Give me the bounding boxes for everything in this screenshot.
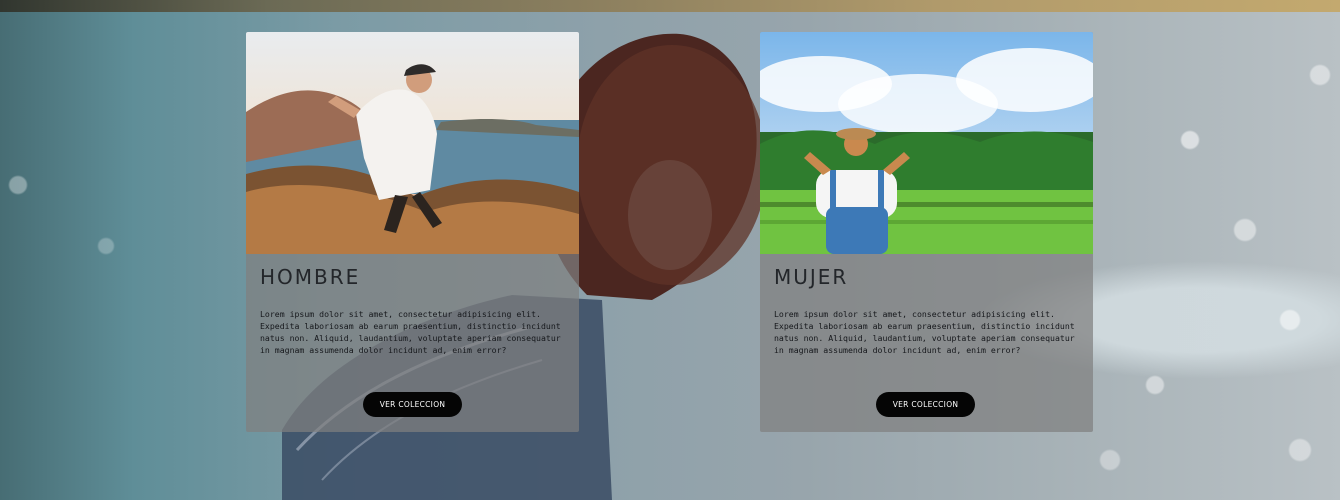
collection-card-hombre: HOMBRE Lorem ipsum dolor sit amet, conse…	[246, 32, 579, 432]
collection-description: Lorem ipsum dolor sit amet, consectetur …	[260, 309, 561, 355]
hombre-collection-image	[246, 32, 579, 254]
view-hombre-collection-button[interactable]: VER COLECCION	[363, 392, 462, 417]
collection-card-mujer: MUJER Lorem ipsum dolor sit amet, consec…	[760, 32, 1093, 432]
mujer-collection-image	[760, 32, 1093, 254]
collection-title: HOMBRE	[260, 265, 361, 289]
collection-title: MUJER	[774, 265, 849, 289]
collections-section: HOMBRE Lorem ipsum dolor sit amet, conse…	[0, 0, 1340, 500]
collection-description: Lorem ipsum dolor sit amet, consectetur …	[774, 309, 1075, 355]
view-mujer-collection-button[interactable]: VER COLECCION	[876, 392, 975, 417]
